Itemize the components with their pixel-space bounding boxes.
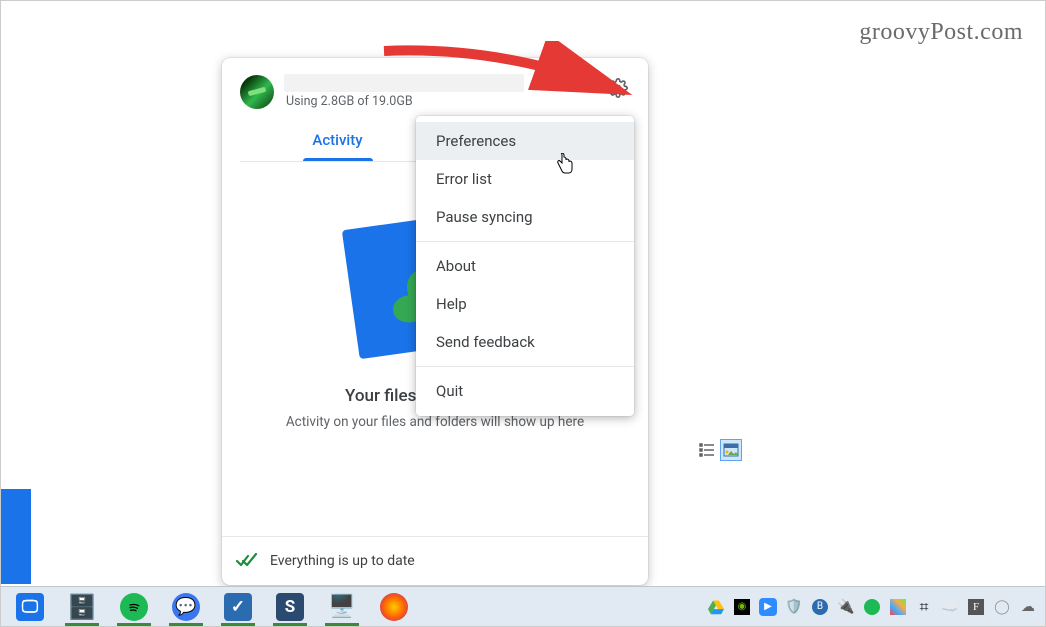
tray-powertoys-icon[interactable] bbox=[887, 596, 909, 618]
menu-item-error-list[interactable]: Error list bbox=[416, 160, 634, 198]
view-toggle bbox=[696, 439, 742, 461]
taskbar-pinned-apps: 🖵 🗄️ 💬 ✓ S 🖥️ bbox=[7, 588, 417, 626]
menu-separator bbox=[416, 241, 634, 242]
taskbar-app-monitor[interactable]: 🖵 bbox=[7, 588, 53, 626]
tray-nvidia-icon[interactable]: ◉ bbox=[731, 596, 753, 618]
storage-usage-text: Using 2.8GB of 19.0GB bbox=[284, 94, 630, 109]
tray-bluetooth-icon[interactable]: B bbox=[809, 596, 831, 618]
tray-onedrive-icon[interactable]: ☁ bbox=[1017, 596, 1039, 618]
menu-item-about[interactable]: About bbox=[416, 247, 634, 285]
thumbnail-view-button[interactable] bbox=[720, 439, 742, 461]
menu-item-help[interactable]: Help bbox=[416, 285, 634, 323]
taskbar-app-server[interactable]: 🗄️ bbox=[59, 588, 105, 626]
tray-google-drive-icon[interactable] bbox=[705, 596, 727, 618]
thumbnail-icon bbox=[723, 443, 739, 457]
tray-spotify-icon[interactable] bbox=[861, 596, 883, 618]
background-stripe bbox=[1, 489, 31, 584]
panel-footer: Everything is up to date bbox=[222, 536, 648, 585]
double-check-icon bbox=[236, 553, 258, 569]
tab-activity[interactable]: Activity bbox=[240, 119, 435, 161]
status-subtitle: Activity on your files and folders will … bbox=[240, 414, 630, 430]
tray-slack-icon[interactable]: ⌗ bbox=[913, 596, 935, 618]
menu-item-preferences[interactable]: Preferences bbox=[416, 122, 634, 160]
account-text: Using 2.8GB of 19.0GB bbox=[284, 74, 630, 109]
tray-cloud-sync-icon[interactable]: ☁️ bbox=[939, 596, 961, 618]
settings-menu: Preferences Error list Pause syncing Abo… bbox=[416, 116, 634, 416]
taskbar-app-snagit[interactable]: S bbox=[267, 588, 313, 626]
tray-security-icon[interactable]: 🛡️ bbox=[783, 596, 805, 618]
tray-circle-icon[interactable]: ◯ bbox=[991, 596, 1013, 618]
taskbar-app-signal[interactable]: 💬 bbox=[163, 588, 209, 626]
footer-status-text: Everything is up to date bbox=[270, 553, 415, 569]
taskbar-app-remote[interactable]: 🖥️ bbox=[319, 588, 365, 626]
tray-usb-icon[interactable]: 🔌 bbox=[835, 596, 857, 618]
account-name-redacted bbox=[284, 74, 524, 92]
taskbar-app-firefox[interactable] bbox=[371, 588, 417, 626]
taskbar-system-tray: ◉ ▶ 🛡️ B 🔌 ⌗ ☁️ F ◯ ☁ bbox=[705, 596, 1039, 618]
account-row: Using 2.8GB of 19.0GB bbox=[240, 74, 630, 109]
tray-zoom-icon[interactable]: ▶ bbox=[757, 596, 779, 618]
watermark-text: groovyPost.com bbox=[859, 19, 1023, 46]
windows-taskbar: 🖵 🗄️ 💬 ✓ S 🖥️ ◉ ▶ 🛡️ bbox=[1, 586, 1045, 626]
taskbar-app-spotify[interactable] bbox=[111, 588, 157, 626]
tray-feedly-icon[interactable]: F bbox=[965, 596, 987, 618]
menu-item-quit[interactable]: Quit bbox=[416, 372, 634, 410]
menu-item-send-feedback[interactable]: Send feedback bbox=[416, 323, 634, 361]
taskbar-app-vpn[interactable]: ✓ bbox=[215, 588, 261, 626]
avatar[interactable] bbox=[240, 75, 274, 109]
settings-button[interactable] bbox=[602, 72, 634, 104]
menu-item-pause-syncing[interactable]: Pause syncing bbox=[416, 198, 634, 236]
list-view-button[interactable] bbox=[696, 439, 718, 461]
list-icon bbox=[699, 443, 715, 457]
gear-icon bbox=[608, 78, 628, 98]
menu-separator bbox=[416, 366, 634, 367]
